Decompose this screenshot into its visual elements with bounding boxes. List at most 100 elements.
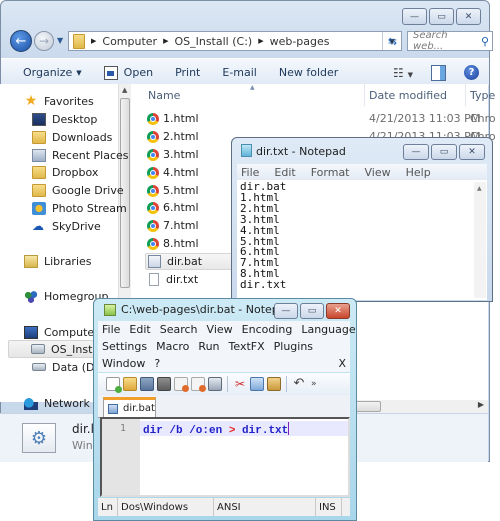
menu-view[interactable]: View xyxy=(365,166,391,179)
menu-file[interactable]: File xyxy=(102,323,120,336)
menu-search[interactable]: Search xyxy=(160,323,198,336)
menu-run[interactable]: Run xyxy=(198,340,219,353)
column-header-name[interactable]: Name xyxy=(148,89,180,102)
close-button[interactable]: ✕ xyxy=(459,144,485,160)
menu-edit[interactable]: Edit xyxy=(129,323,150,336)
menu-plugins[interactable]: Plugins xyxy=(274,340,313,353)
menu-file[interactable]: File xyxy=(241,166,259,179)
file-row-3-html[interactable]: 3.html xyxy=(147,146,199,163)
cut-icon[interactable]: ✂ xyxy=(233,377,247,391)
minimize-button[interactable]: — xyxy=(403,144,429,160)
back-button[interactable]: ← xyxy=(10,30,32,52)
file-row-2-html[interactable]: 2.html xyxy=(147,128,199,145)
nav-item-photo-stream[interactable]: Photo Stream xyxy=(32,199,127,217)
breadcrumb-separator-icon[interactable]: ▶ xyxy=(91,37,96,45)
close-button[interactable]: ✕ xyxy=(326,303,350,319)
menu-about[interactable]: ? xyxy=(154,357,160,370)
nav-item-os-install[interactable]: OS_Install xyxy=(8,340,105,358)
close-button[interactable]: ✕ xyxy=(456,8,481,25)
breadcrumb-computer[interactable]: Computer xyxy=(102,35,157,48)
save-icon[interactable] xyxy=(140,377,154,391)
column-header-type[interactable]: Type xyxy=(470,89,495,102)
open-button[interactable]: Open xyxy=(103,65,153,80)
npp-editor[interactable]: 1 dir /b /o:en > dir.txt xyxy=(100,417,350,497)
menu-window[interactable]: Window xyxy=(102,357,145,370)
menu-textfx[interactable]: TextFX xyxy=(229,340,265,353)
new-folder-button[interactable]: New folder xyxy=(279,66,338,79)
maximize-button[interactable]: ▭ xyxy=(300,303,324,319)
paste-icon[interactable] xyxy=(267,377,281,391)
nav-item-data-d[interactable]: Data (D:) xyxy=(32,358,103,376)
nav-computer[interactable]: Computer xyxy=(24,323,99,341)
menu-edit[interactable]: Edit xyxy=(274,166,295,179)
undo-icon[interactable]: ↶ xyxy=(292,377,306,391)
nav-network[interactable]: Network xyxy=(24,394,90,412)
scroll-up-icon[interactable]: ▲ xyxy=(122,86,127,94)
nav-item-skydrive[interactable]: ☁ SkyDrive xyxy=(32,217,101,235)
copy-icon[interactable] xyxy=(250,377,264,391)
close-all-icon[interactable] xyxy=(191,377,206,392)
search-input[interactable]: Search web... ⚲ xyxy=(407,30,493,52)
save-all-icon[interactable] xyxy=(157,377,171,391)
scroll-up-icon[interactable]: ▲ xyxy=(477,185,482,192)
close-document-button[interactable]: X xyxy=(338,357,346,370)
nav-item-desktop[interactable]: Desktop xyxy=(32,110,97,128)
notepad-text-area[interactable]: dir.bat 1.html 2.html 3.html 4.html 5.ht… xyxy=(237,180,487,300)
tab-dir-bat[interactable]: dir.bat xyxy=(103,397,156,417)
code-line[interactable]: dir /b /o:en > dir.txt xyxy=(143,422,290,437)
nav-favorites[interactable]: ★ Favorites xyxy=(24,92,94,110)
new-file-icon[interactable] xyxy=(106,377,122,393)
address-bar[interactable]: ▶ Computer ▶ OS_Install (C:) ▶ web-pages… xyxy=(68,31,402,51)
file-row-dir-bat[interactable]: dir.bat xyxy=(145,253,235,270)
menu-macro[interactable]: Macro xyxy=(156,340,189,353)
file-row-1-html[interactable]: 1.html xyxy=(147,110,199,127)
file-row-6-html[interactable]: 6.html xyxy=(147,199,199,216)
print-button[interactable]: Print xyxy=(175,66,200,79)
recent-pages-dropdown[interactable]: ▼ xyxy=(57,36,63,45)
minimize-button[interactable]: — xyxy=(274,303,298,319)
nav-item-recent-places[interactable]: Recent Places xyxy=(32,146,129,164)
notepad-vertical-scrollbar[interactable]: ▲ xyxy=(474,182,486,298)
column-divider[interactable] xyxy=(465,84,466,106)
scroll-right-icon[interactable]: ▶ xyxy=(478,400,484,409)
email-button[interactable]: E-mail xyxy=(222,66,257,79)
organize-button[interactable]: Organize ▼ xyxy=(23,66,82,79)
nav-item-google-drive[interactable]: Google Drive xyxy=(32,181,124,199)
close-file-icon[interactable] xyxy=(174,377,189,392)
menu-help[interactable]: Help xyxy=(406,166,431,179)
column-header-date[interactable]: Date modified xyxy=(369,89,447,102)
change-view-icon[interactable]: ☷ ▼ xyxy=(393,66,413,80)
breadcrumb-separator-icon[interactable]: ▶ xyxy=(163,37,168,45)
breadcrumb-separator-icon[interactable]: ▶ xyxy=(258,37,263,45)
minimize-button[interactable]: — xyxy=(402,8,427,25)
nav-item-dropbox[interactable]: Dropbox xyxy=(32,163,98,181)
nav-libraries[interactable]: Libraries xyxy=(24,252,92,270)
toolbar-overflow-icon[interactable]: » xyxy=(311,379,317,389)
file-row-7-html[interactable]: 7.html xyxy=(147,217,199,234)
resize-grip[interactable] xyxy=(342,498,350,516)
search-icon[interactable]: ⚲ xyxy=(481,35,489,48)
menu-settings[interactable]: Settings xyxy=(102,340,147,353)
breadcrumb-web-pages[interactable]: web-pages xyxy=(270,35,330,48)
text-caret xyxy=(288,422,290,435)
explorer-caption-buttons: — ▭ ✕ xyxy=(402,8,481,25)
file-row-5-html[interactable]: 5.html xyxy=(147,182,199,199)
menu-language[interactable]: Language xyxy=(301,323,355,336)
column-divider[interactable] xyxy=(364,84,365,106)
maximize-button[interactable]: ▭ xyxy=(429,8,454,25)
help-icon[interactable]: ? xyxy=(464,65,479,80)
menu-format[interactable]: Format xyxy=(311,166,350,179)
menu-encoding[interactable]: Encoding xyxy=(242,323,293,336)
breadcrumb-os-install[interactable]: OS_Install (C:) xyxy=(174,35,252,48)
preview-pane-icon[interactable] xyxy=(431,64,446,81)
menu-view[interactable]: View xyxy=(207,323,233,336)
file-row-8-html[interactable]: 8.html xyxy=(147,235,199,252)
file-row-4-html[interactable]: 4.html xyxy=(147,164,199,181)
forward-button[interactable]: → xyxy=(34,31,54,51)
open-file-icon[interactable] xyxy=(123,377,137,391)
nav-item-downloads[interactable]: Downloads xyxy=(32,128,112,146)
maximize-button[interactable]: ▭ xyxy=(431,144,457,160)
refresh-button[interactable]: ⇆ xyxy=(382,32,402,50)
file-row-dir-txt[interactable]: dir.txt xyxy=(147,271,198,288)
print-icon[interactable] xyxy=(208,377,222,391)
